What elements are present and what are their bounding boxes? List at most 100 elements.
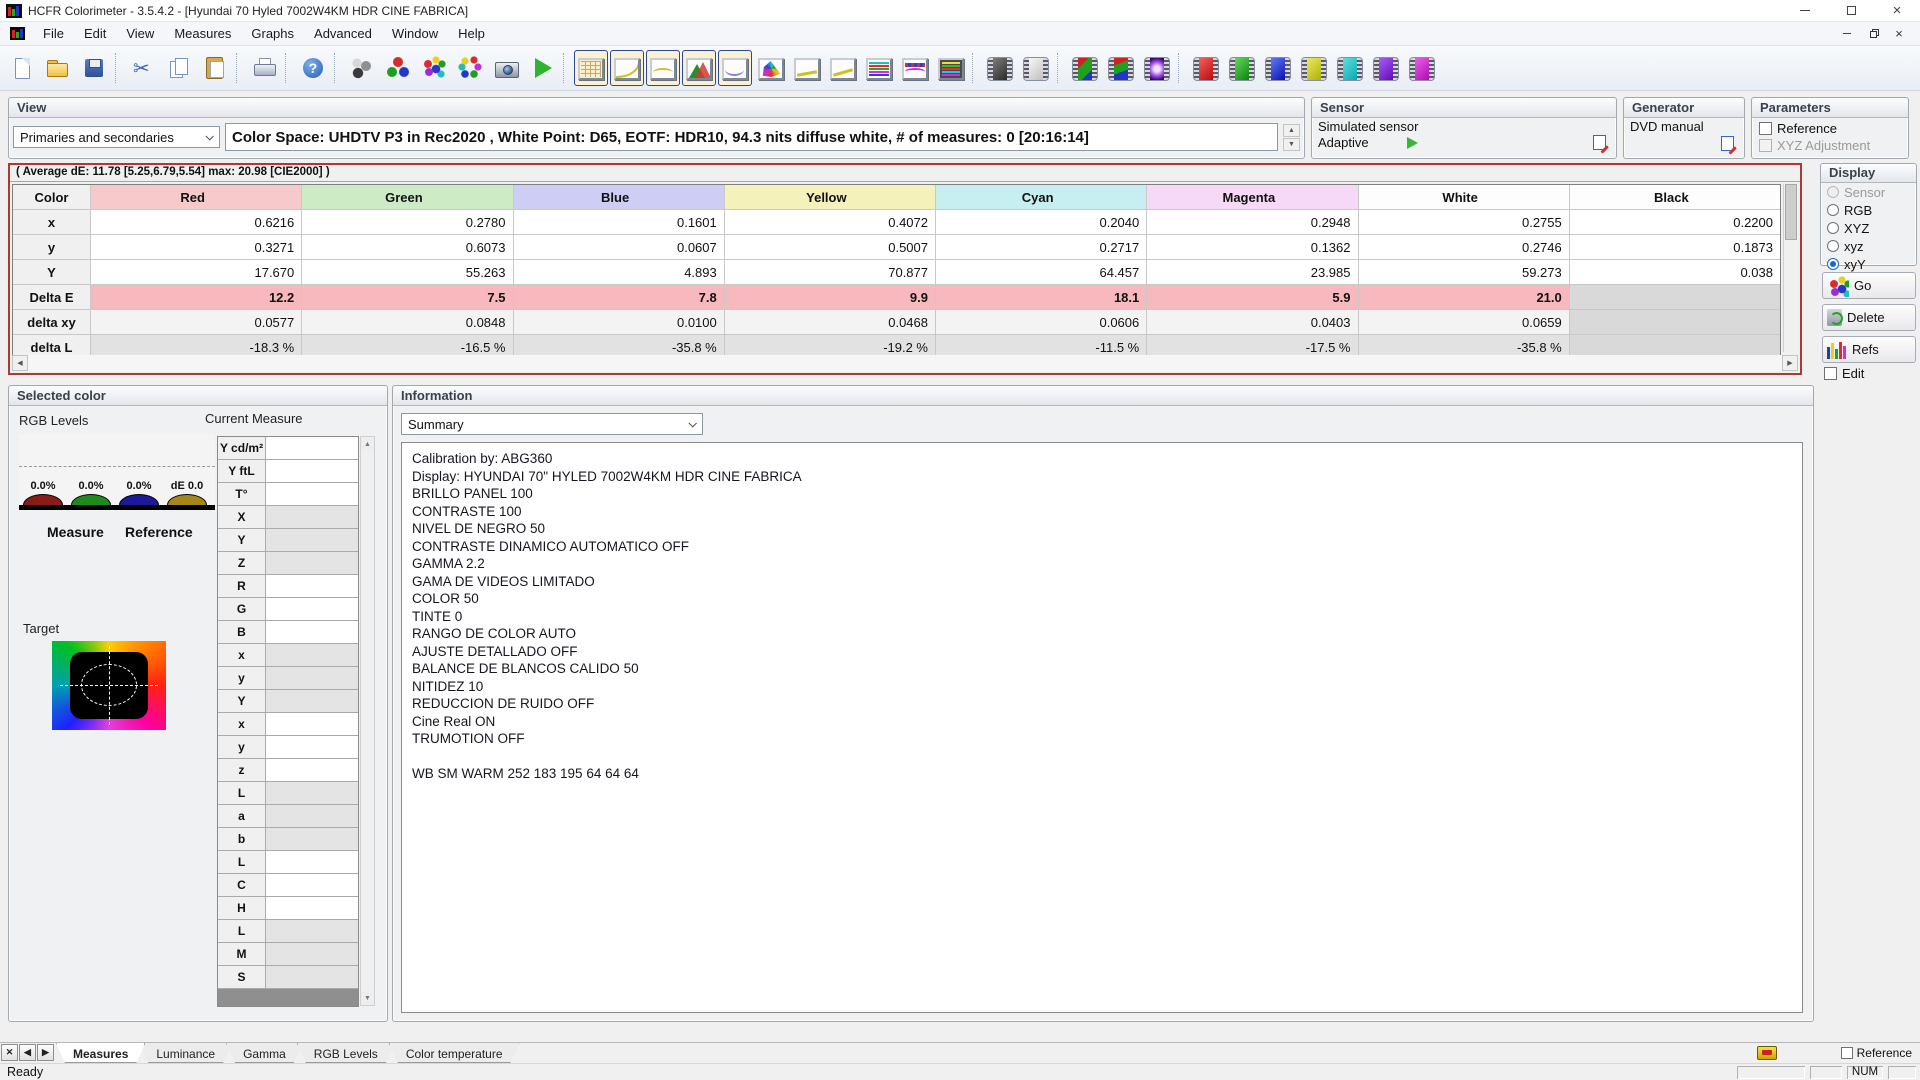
toolbar-button-film-purple[interactable] [1369, 50, 1403, 86]
tab-rgb-levels[interactable]: RGB Levels [297, 1043, 395, 1063]
toolbar-button-view-luminance[interactable] [646, 50, 680, 86]
measure-cell-white-delta-xy[interactable]: 0.0659 [1358, 310, 1570, 334]
toolbar-button-view-gamma[interactable] [610, 50, 644, 86]
display-radio-rgb[interactable]: RGB [1821, 201, 1916, 219]
toolbar-button-view-spectrum[interactable] [934, 50, 968, 86]
measure-cell-magenta-delta-e[interactable]: 5.9 [1147, 285, 1359, 309]
toolbar-button-open-folder[interactable] [41, 50, 75, 86]
toolbar-button-copy[interactable] [162, 50, 196, 86]
tab-color-temperature[interactable]: Color temperature [389, 1043, 520, 1063]
measure-cell-blue-x[interactable]: 0.1601 [513, 210, 725, 234]
display-radio-xyz[interactable]: XYZ [1821, 219, 1916, 237]
toolbar-button-balls-rgb[interactable] [381, 50, 415, 86]
menu-item-file[interactable]: File [33, 23, 74, 44]
minimize-button[interactable] [1782, 0, 1828, 22]
measure-cell-black-x[interactable]: 0.2200 [1569, 210, 1780, 234]
toolbar-button-play[interactable] [525, 50, 559, 86]
toolbar-button-film-yellow[interactable] [1297, 50, 1331, 86]
measures-vertical-scrollbar[interactable] [1783, 184, 1798, 352]
measure-cell-blue-delta-e[interactable]: 7.8 [513, 285, 725, 309]
menu-item-view[interactable]: View [116, 23, 164, 44]
measure-cell-white-delta-e[interactable]: 21.0 [1358, 285, 1570, 309]
tab-luminance[interactable]: Luminance [139, 1043, 232, 1063]
measure-cell-yellow-x[interactable]: 0.4072 [724, 210, 936, 234]
toolbar-button-view-cie[interactable] [754, 50, 788, 86]
toolbar-button-film-red[interactable] [1189, 50, 1223, 86]
reference-toggle-checkbox[interactable] [1840, 1047, 1853, 1059]
current-measure-scrollbar[interactable]: ▲ ▼ [360, 436, 375, 1006]
menu-item-measures[interactable]: Measures [164, 23, 241, 44]
tab-prev-button[interactable]: ◀ [19, 1044, 36, 1061]
reference-checkbox[interactable] [1759, 122, 1772, 135]
toolbar-button-view-line2[interactable] [826, 50, 860, 86]
measure-cell-black-y[interactable]: 0.1873 [1569, 235, 1780, 259]
toolbar-button-view-nearblack[interactable] [682, 50, 716, 86]
menu-item-edit[interactable]: Edit [74, 23, 116, 44]
toolbar-button-view-grid[interactable] [574, 50, 608, 86]
scrollbar-thumb[interactable] [1785, 184, 1797, 240]
toolbar-button-camera[interactable] [489, 50, 523, 86]
generator-configure-icon[interactable] [1721, 136, 1734, 151]
scroll-down-arrow[interactable]: ▼ [361, 991, 374, 1005]
sensor-configure-icon[interactable] [1593, 135, 1606, 150]
tab-close-button[interactable]: ✕ [1, 1044, 18, 1061]
measure-cell-green-y[interactable]: 55.263 [302, 260, 514, 284]
measure-cell-white-y[interactable]: 59.273 [1358, 260, 1570, 284]
toolbar-button-film-blue[interactable] [1261, 50, 1295, 86]
measure-cell-cyan-y[interactable]: 0.2717 [936, 235, 1148, 259]
toolbar-button-film-gray[interactable] [983, 50, 1017, 86]
display-radio-xyy[interactable]: xyY [1821, 255, 1916, 273]
measure-cell-red-delta-xy[interactable]: 0.0577 [91, 310, 303, 334]
maximize-button[interactable] [1828, 0, 1874, 22]
measure-cell-black-delta-e[interactable] [1569, 285, 1780, 309]
measure-cell-cyan-y[interactable]: 64.457 [936, 260, 1148, 284]
toolbar-button-view-colortemp[interactable] [898, 50, 932, 86]
scroll-up-arrow[interactable]: ▲ [361, 437, 374, 451]
measure-cell-cyan-x[interactable]: 0.2040 [936, 210, 1148, 234]
measure-cell-black-y[interactable]: 0.038 [1569, 260, 1780, 284]
toolbar-button-film-rgb[interactable] [1068, 50, 1102, 86]
measure-cell-green-x[interactable]: 0.2780 [302, 210, 514, 234]
measure-cell-white-y[interactable]: 0.2746 [1358, 235, 1570, 259]
measure-cell-yellow-y[interactable]: 70.877 [724, 260, 936, 284]
sensor-play-icon[interactable] [1406, 136, 1418, 149]
toolbar-button-film-cyan[interactable] [1333, 50, 1367, 86]
toolbar-button-view-deltae[interactable] [718, 50, 752, 86]
mdi-close-button[interactable]: × [1888, 25, 1910, 42]
measure-cell-cyan-delta-e[interactable]: 18.1 [936, 285, 1148, 309]
measure-cell-red-y[interactable]: 17.670 [91, 260, 303, 284]
toolbar-button-print[interactable] [247, 50, 281, 86]
measure-cell-red-y[interactable]: 0.3271 [91, 235, 303, 259]
toolbar-button-balls-multi[interactable] [417, 50, 451, 86]
toolbar-button-cut[interactable] [126, 50, 160, 86]
menu-item-graphs[interactable]: Graphs [241, 23, 304, 44]
toolbar-button-save[interactable] [77, 50, 111, 86]
measure-cell-red-x[interactable]: 0.6216 [91, 210, 303, 234]
measure-cell-cyan-delta-xy[interactable]: 0.0606 [936, 310, 1148, 334]
measure-cell-yellow-y[interactable]: 0.5007 [724, 235, 936, 259]
measure-cell-red-delta-e[interactable]: 12.2 [91, 285, 303, 309]
information-dropdown[interactable]: Summary [401, 413, 703, 435]
measure-cell-blue-delta-xy[interactable]: 0.0100 [513, 310, 725, 334]
tab-measures[interactable]: Measures [56, 1043, 145, 1063]
go-button[interactable]: Go [1822, 272, 1916, 299]
measure-cell-magenta-y[interactable]: 23.985 [1147, 260, 1359, 284]
edit-checkbox[interactable] [1824, 367, 1837, 380]
close-button[interactable]: × [1874, 0, 1920, 22]
measure-cell-blue-y[interactable]: 4.893 [513, 260, 725, 284]
measures-horizontal-scrollbar[interactable]: ◀ ▶ [12, 355, 1798, 371]
toolbar-button-help[interactable] [296, 50, 330, 86]
display-radio-xyz[interactable]: xyz [1821, 237, 1916, 255]
info-spinner-up[interactable]: ▲ [1283, 123, 1300, 137]
toolbar-button-film-magenta[interactable] [1405, 50, 1439, 86]
toolbar-button-film-white[interactable] [1019, 50, 1053, 86]
mdi-restore-button[interactable] [1862, 25, 1884, 42]
view-mode-dropdown[interactable]: Primaries and secondaries [13, 126, 220, 148]
menu-item-help[interactable]: Help [448, 23, 495, 44]
scroll-right-arrow[interactable]: ▶ [1782, 355, 1798, 371]
toolbar-button-film-rgb2[interactable] [1104, 50, 1138, 86]
information-text-area[interactable]: Calibration by: ABG360 Display: HYUNDAI 7… [401, 442, 1803, 1013]
measure-cell-green-y[interactable]: 0.6073 [302, 235, 514, 259]
toolbar-button-balls-gray[interactable] [345, 50, 379, 86]
measure-cell-black-delta-xy[interactable] [1569, 310, 1780, 334]
